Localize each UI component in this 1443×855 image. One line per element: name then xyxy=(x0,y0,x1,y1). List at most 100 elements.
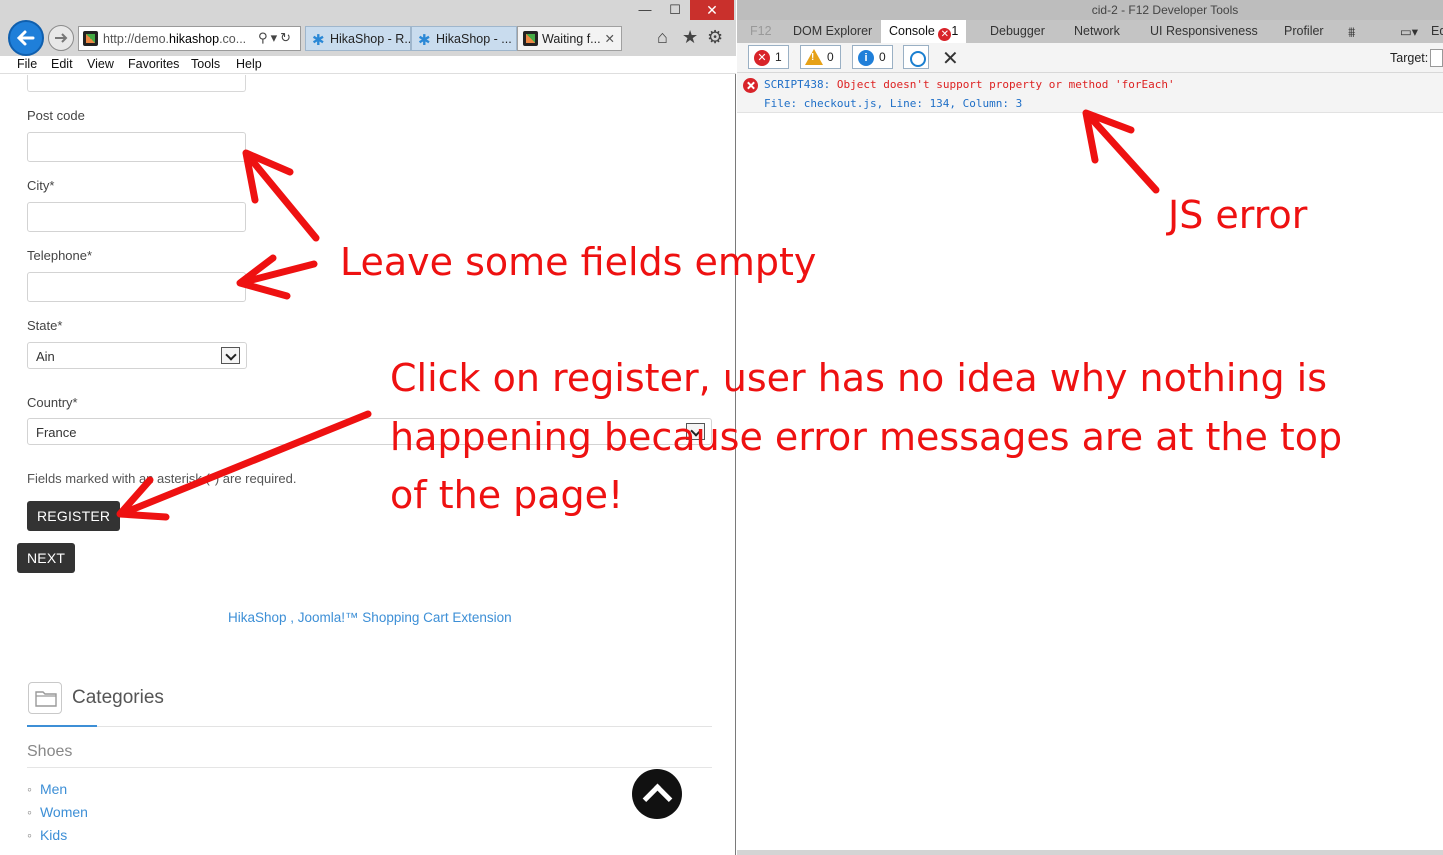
register-button[interactable]: REGISTER xyxy=(27,501,121,531)
hikashop-tab-icon: ✱ xyxy=(312,32,325,49)
error-icon: ✕ xyxy=(754,50,770,66)
error-text: Object doesn't support property or metho… xyxy=(836,78,1175,91)
country-label: Country* xyxy=(27,395,78,410)
info-icon: i xyxy=(858,50,874,66)
browser-tab-2[interactable]: ✱ HikaShop - ... xyxy=(411,26,517,51)
category-item-women[interactable]: Women xyxy=(27,804,88,820)
console-error-count: 1 xyxy=(951,24,959,38)
country-value: France xyxy=(36,425,77,440)
category-shoes[interactable]: Shoes xyxy=(27,743,72,761)
console-toolbar: ✕ 1 ! 0 i 0 ✕ Target: xyxy=(737,43,1443,73)
hikashop-tab-icon: ✱ xyxy=(418,32,431,49)
target-select[interactable] xyxy=(1430,49,1443,67)
tab-debugger[interactable]: Debugger xyxy=(990,24,1045,38)
tab-label: Waiting f... xyxy=(542,32,601,46)
previous-field-input[interactable] xyxy=(27,75,246,92)
minimize-button[interactable]: — xyxy=(630,0,660,20)
error-badge-icon: ✕ xyxy=(938,28,952,41)
checkout-page: Post code City* Telephone* State* Ain Co… xyxy=(8,75,726,855)
refresh-icon[interactable]: ↻ xyxy=(280,30,294,45)
favorites-star-icon[interactable]: ★ xyxy=(682,27,698,48)
category-item-kids[interactable]: Kids xyxy=(27,827,67,843)
category-item-men[interactable]: Men xyxy=(27,781,67,797)
browser-tab-1[interactable]: ✱ HikaShop - R... xyxy=(305,26,411,51)
next-button[interactable]: NEXT xyxy=(17,543,76,573)
back-arrow-icon xyxy=(16,30,35,46)
more-tabs-icon[interactable]: ⩩ xyxy=(1348,24,1355,41)
forward-button[interactable] xyxy=(48,25,74,51)
error-icon xyxy=(743,78,758,93)
tab-label: HikaShop - R... xyxy=(330,32,411,46)
menu-view[interactable]: View xyxy=(87,57,114,71)
tab-dom-explorer[interactable]: DOM Explorer xyxy=(793,24,872,38)
close-tab-icon[interactable]: ✕ xyxy=(605,31,615,46)
categories-divider xyxy=(27,726,712,727)
warning-icon: ! xyxy=(805,49,823,65)
errors-filter-button[interactable]: ✕ 1 xyxy=(748,45,789,69)
maximize-button[interactable]: ☐ xyxy=(660,0,690,20)
city-input[interactable] xyxy=(27,202,246,232)
address-bar[interactable]: http://demo.hikashop.co... ⚲▾↻ xyxy=(78,26,301,51)
error-location-link[interactable]: File: checkout.js, Line: 134, Column: 3 xyxy=(764,97,1022,110)
devtools-bottom-border xyxy=(737,850,1443,855)
console-error-entry[interactable]: SCRIPT438: Object doesn't support proper… xyxy=(737,73,1443,113)
back-button[interactable] xyxy=(8,20,44,56)
close-window-button[interactable]: ✕ xyxy=(690,0,734,20)
browser-toolbar: — ☐ ✕ http://demo.hikashop.co... ⚲▾↻ ✱ H… xyxy=(0,0,736,56)
menu-bar: File Edit View Favorites Tools Help xyxy=(0,56,736,74)
telephone-label: Telephone* xyxy=(27,248,93,263)
search-icon[interactable]: ⚲ xyxy=(258,30,271,45)
country-select[interactable]: France xyxy=(27,418,712,445)
messages-filter-button[interactable]: i 0 xyxy=(852,45,893,69)
postcode-label: Post code xyxy=(27,108,85,123)
scroll-to-top-button[interactable] xyxy=(632,769,682,819)
categories-accent-bar xyxy=(27,725,97,727)
console-tab-label: Console xyxy=(889,24,935,38)
folder-icon xyxy=(28,682,62,714)
tab-profiler[interactable]: Profiler xyxy=(1284,24,1324,38)
ie-window: — ☐ ✕ http://demo.hikashop.co... ⚲▾↻ ✱ H… xyxy=(0,0,736,855)
menu-help[interactable]: Help xyxy=(236,57,262,71)
chevron-down-icon[interactable] xyxy=(221,347,240,364)
categories-title: Categories xyxy=(72,687,164,708)
menu-edit[interactable]: Edit xyxy=(51,57,73,71)
menu-file[interactable]: File xyxy=(17,57,37,71)
state-value: Ain xyxy=(36,349,55,364)
menu-favorites[interactable]: Favorites xyxy=(128,57,179,71)
extension-link[interactable]: HikaShop , Joomla!™ Shopping Cart Extens… xyxy=(228,610,512,625)
browser-tab-active[interactable]: Waiting f... ✕ xyxy=(517,26,622,51)
state-label: State* xyxy=(27,318,63,333)
clear-console-icon[interactable]: ✕ xyxy=(942,46,959,71)
clear-on-navigate-icon[interactable] xyxy=(903,45,929,69)
devtools-tab-bar: F12 DOM Explorer Console ✕ 1 Debugger Net… xyxy=(737,20,1443,43)
warning-count: 0 xyxy=(827,50,834,64)
error-message: SCRIPT438: Object doesn't support proper… xyxy=(764,78,1175,91)
forward-arrow-icon xyxy=(55,33,68,43)
home-icon[interactable]: ⌂ xyxy=(657,27,668,48)
devtools-title: cid-2 - F12 Developer Tools xyxy=(737,0,1443,20)
chevron-down-icon[interactable] xyxy=(686,423,705,440)
postcode-input[interactable] xyxy=(27,132,246,162)
address-url: http://demo.hikashop.co... xyxy=(103,32,247,46)
state-select[interactable]: Ain xyxy=(27,342,247,369)
tab-edge[interactable]: Ed xyxy=(1431,24,1443,38)
tab-console[interactable]: Console ✕ 1 xyxy=(881,20,967,43)
message-count: 0 xyxy=(879,50,886,64)
tab-ui-responsiveness[interactable]: UI Responsiveness xyxy=(1150,24,1258,38)
tab-f12[interactable]: F12 xyxy=(750,24,772,38)
tab-label: HikaShop - ... xyxy=(436,32,512,46)
error-count: 1 xyxy=(775,50,782,64)
site-favicon-icon xyxy=(83,31,98,46)
address-controls[interactable]: ⚲▾↻ xyxy=(258,30,294,46)
joomla-tab-icon xyxy=(523,31,538,46)
menu-tools[interactable]: Tools xyxy=(191,57,220,71)
devtools-window: cid-2 - F12 Developer Tools F12 DOM Expl… xyxy=(737,0,1443,855)
warnings-filter-button[interactable]: ! 0 xyxy=(800,45,841,69)
settings-gear-icon[interactable]: ⚙ xyxy=(707,27,723,48)
telephone-input[interactable] xyxy=(27,272,246,302)
error-code: SCRIPT438: xyxy=(764,78,831,91)
tab-network[interactable]: Network xyxy=(1074,24,1120,38)
dropdown-icon[interactable]: ▾ xyxy=(271,30,281,45)
shoes-divider xyxy=(27,767,712,768)
emulation-icon[interactable]: ▭▾ xyxy=(1400,24,1418,39)
